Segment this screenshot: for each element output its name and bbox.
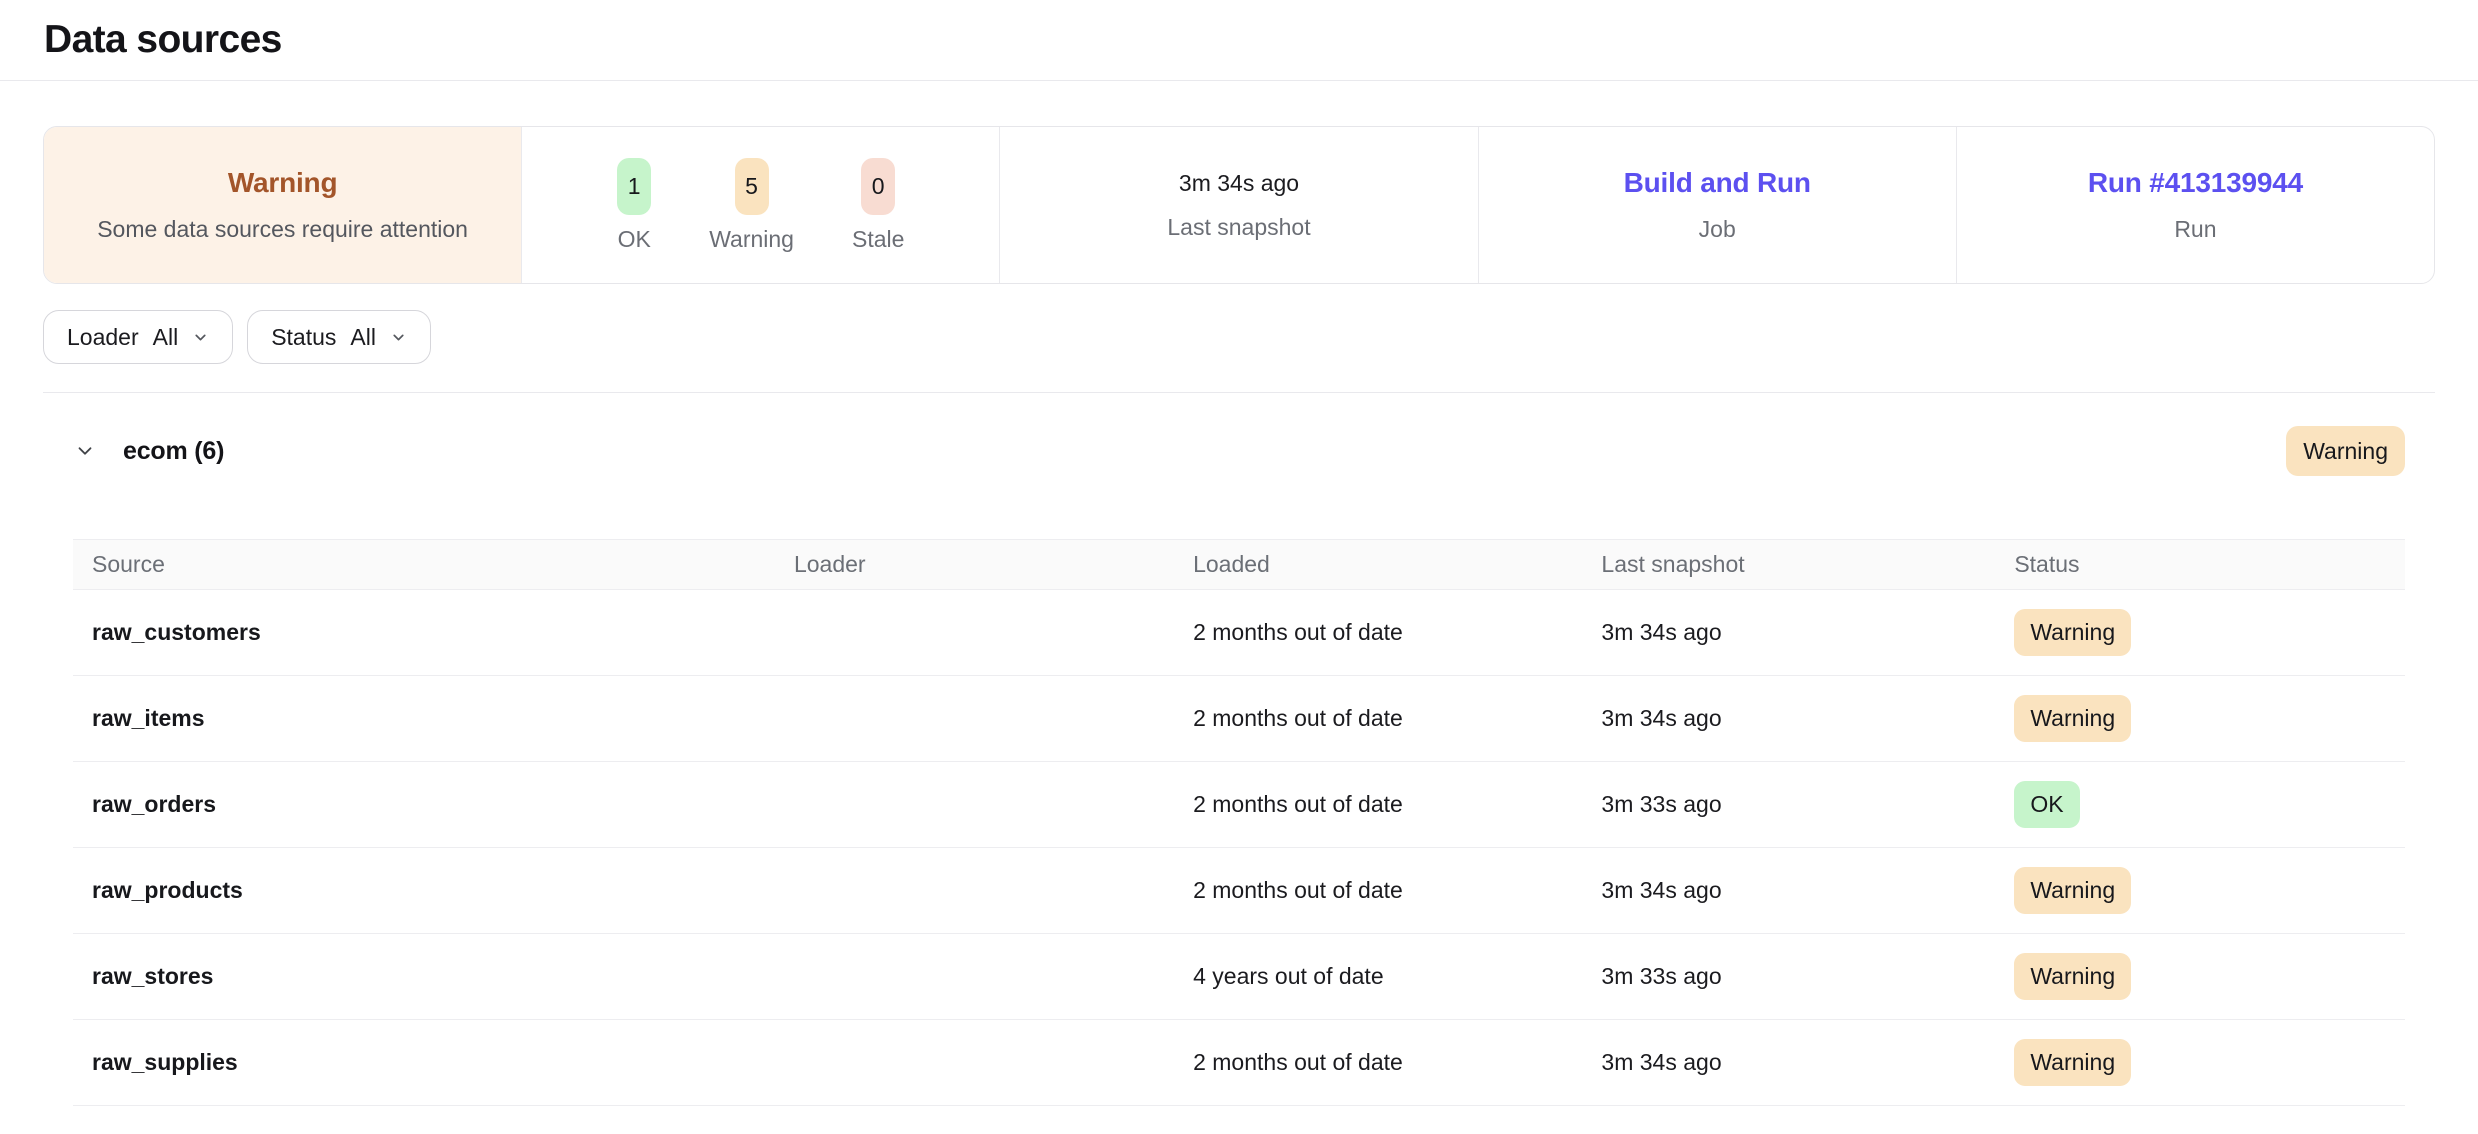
- source-name: raw_supplies: [92, 1049, 794, 1076]
- column-header-loader: Loader: [794, 551, 1193, 578]
- section-divider: [43, 392, 2435, 393]
- last-snapshot-cell: 3m 33s ago: [1601, 963, 2014, 990]
- page-title: Data sources: [44, 18, 282, 62]
- sources-table: Source Loader Loaded Last snapshot Statu…: [73, 539, 2405, 1106]
- ok-count-label: OK: [618, 226, 651, 253]
- stat-warning: 5 Warning: [709, 158, 794, 253]
- loader-filter-label: Loader: [67, 324, 139, 351]
- group-header-toggle[interactable]: ecom (6) Warning: [73, 425, 2405, 477]
- loader-filter-button[interactable]: Loader All: [43, 310, 233, 364]
- filters-row: Loader All Status All: [43, 310, 2435, 364]
- counts-card: 1 OK 5 Warning 0 Stale: [522, 127, 1000, 283]
- summary-bar: Warning Some data sources require attent…: [43, 126, 2435, 284]
- status-badge: Warning: [2014, 953, 2131, 999]
- table-row[interactable]: raw_orders 2 months out of date 3m 33s a…: [73, 762, 2405, 848]
- source-name: raw_orders: [92, 791, 794, 818]
- chevron-down-icon: [73, 440, 97, 462]
- status-summary-card: Warning Some data sources require attent…: [44, 127, 522, 283]
- group-name: ecom (6): [123, 437, 224, 466]
- source-name: raw_stores: [92, 963, 794, 990]
- last-snapshot-cell: 3m 33s ago: [1601, 791, 2014, 818]
- loaded-cell: 2 months out of date: [1193, 1049, 1601, 1076]
- chevron-down-icon: [192, 329, 209, 346]
- status-filter-label: Status: [271, 324, 336, 351]
- column-header-source: Source: [92, 551, 794, 578]
- last-snapshot-cell: 3m 34s ago: [1601, 619, 2014, 646]
- source-name: raw_items: [92, 705, 794, 732]
- stale-count-label: Stale: [852, 226, 904, 253]
- last-snapshot-label: Last snapshot: [1167, 214, 1310, 241]
- main-content: Warning Some data sources require attent…: [0, 126, 2478, 1106]
- status-summary-subtitle: Some data sources require attention: [97, 216, 468, 243]
- chevron-down-icon: [390, 329, 407, 346]
- ok-count-pill: 1: [617, 158, 651, 215]
- table-row[interactable]: raw_products 2 months out of date 3m 34s…: [73, 848, 2405, 934]
- counts-wrap: 1 OK 5 Warning 0 Stale: [617, 158, 904, 253]
- status-filter-value: All: [350, 324, 376, 351]
- table-header-row: Source Loader Loaded Last snapshot Statu…: [73, 539, 2405, 590]
- table-row[interactable]: raw_stores 4 years out of date 3m 33s ag…: [73, 934, 2405, 1020]
- loaded-cell: 2 months out of date: [1193, 877, 1601, 904]
- loaded-cell: 2 months out of date: [1193, 705, 1601, 732]
- status-badge: Warning: [2014, 867, 2131, 913]
- status-summary-title: Warning: [228, 167, 338, 199]
- status-badge: Warning: [2014, 1039, 2131, 1085]
- stat-stale: 0 Stale: [852, 158, 904, 253]
- page-header: Data sources: [0, 0, 2478, 81]
- job-label: Job: [1699, 216, 1736, 243]
- last-snapshot-cell: 3m 34s ago: [1601, 1049, 2014, 1076]
- last-snapshot-cell: 3m 34s ago: [1601, 705, 2014, 732]
- job-link[interactable]: Build and Run: [1624, 167, 1811, 199]
- warning-count-pill: 5: [735, 158, 769, 215]
- warning-count-label: Warning: [709, 226, 794, 253]
- table-row[interactable]: raw_supplies 2 months out of date 3m 34s…: [73, 1020, 2405, 1106]
- stale-count-pill: 0: [861, 158, 895, 215]
- status-badge: Warning: [2014, 609, 2131, 655]
- loader-filter-value: All: [153, 324, 179, 351]
- last-snapshot-card: 3m 34s ago Last snapshot: [1000, 127, 1478, 283]
- loaded-cell: 2 months out of date: [1193, 619, 1601, 646]
- table-row[interactable]: raw_customers 2 months out of date 3m 34…: [73, 590, 2405, 676]
- run-label: Run: [2174, 216, 2216, 243]
- source-name: raw_products: [92, 877, 794, 904]
- status-filter-button[interactable]: Status All: [247, 310, 431, 364]
- source-group: ecom (6) Warning Source Loader Loaded La…: [73, 425, 2405, 1106]
- source-name: raw_customers: [92, 619, 794, 646]
- status-badge: OK: [2014, 781, 2079, 827]
- column-header-last-snapshot: Last snapshot: [1601, 551, 2014, 578]
- last-snapshot-value: 3m 34s ago: [1179, 170, 1299, 197]
- group-status-badge: Warning: [2286, 426, 2405, 476]
- run-link[interactable]: Run #413139944: [2088, 167, 2303, 199]
- status-badge: Warning: [2014, 695, 2131, 741]
- stat-ok: 1 OK: [617, 158, 651, 253]
- loaded-cell: 2 months out of date: [1193, 791, 1601, 818]
- last-snapshot-cell: 3m 34s ago: [1601, 877, 2014, 904]
- table-row[interactable]: raw_items 2 months out of date 3m 34s ag…: [73, 676, 2405, 762]
- column-header-status: Status: [2014, 551, 2386, 578]
- job-card: Build and Run Job: [1479, 127, 1957, 283]
- run-card: Run #413139944 Run: [1957, 127, 2434, 283]
- loaded-cell: 4 years out of date: [1193, 963, 1601, 990]
- column-header-loaded: Loaded: [1193, 551, 1601, 578]
